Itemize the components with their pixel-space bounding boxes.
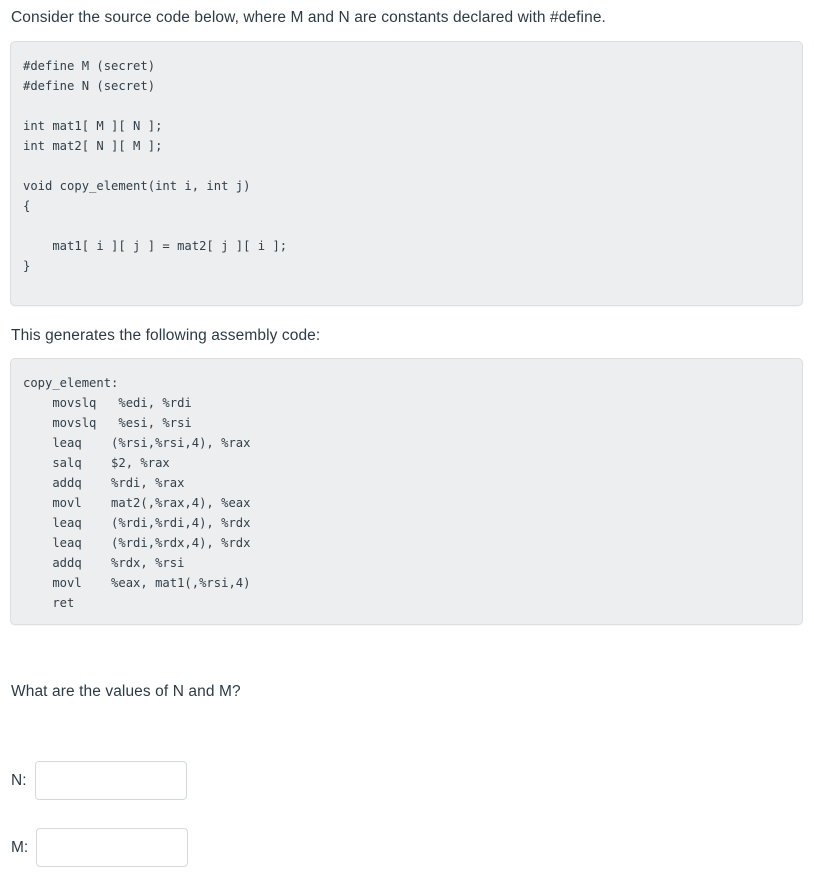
answer-label-m: M: [11,838,29,856]
assembly-code-text: copy_element: movslq %edi, %rdi movslq %… [23,376,251,610]
source-code-text: #define M (secret) #define N (secret) in… [23,59,288,273]
assembly-intro-text: This generates the following assembly co… [11,327,321,344]
question-page: Consider the source code below, where M … [0,0,814,888]
source-code-block: #define M (secret) #define N (secret) in… [10,41,803,306]
answer-input-n[interactable] [34,761,187,800]
answer-label-n: N: [11,771,27,789]
answer-row-n: N: [11,761,187,800]
assembly-code-block: copy_element: movslq %edi, %rdi movslq %… [10,358,803,625]
answer-row-m: M: [11,828,189,867]
question-text: What are the values of N and M? [11,683,241,700]
intro-text: Consider the source code below, where M … [11,9,606,26]
answer-input-m[interactable] [36,828,189,867]
